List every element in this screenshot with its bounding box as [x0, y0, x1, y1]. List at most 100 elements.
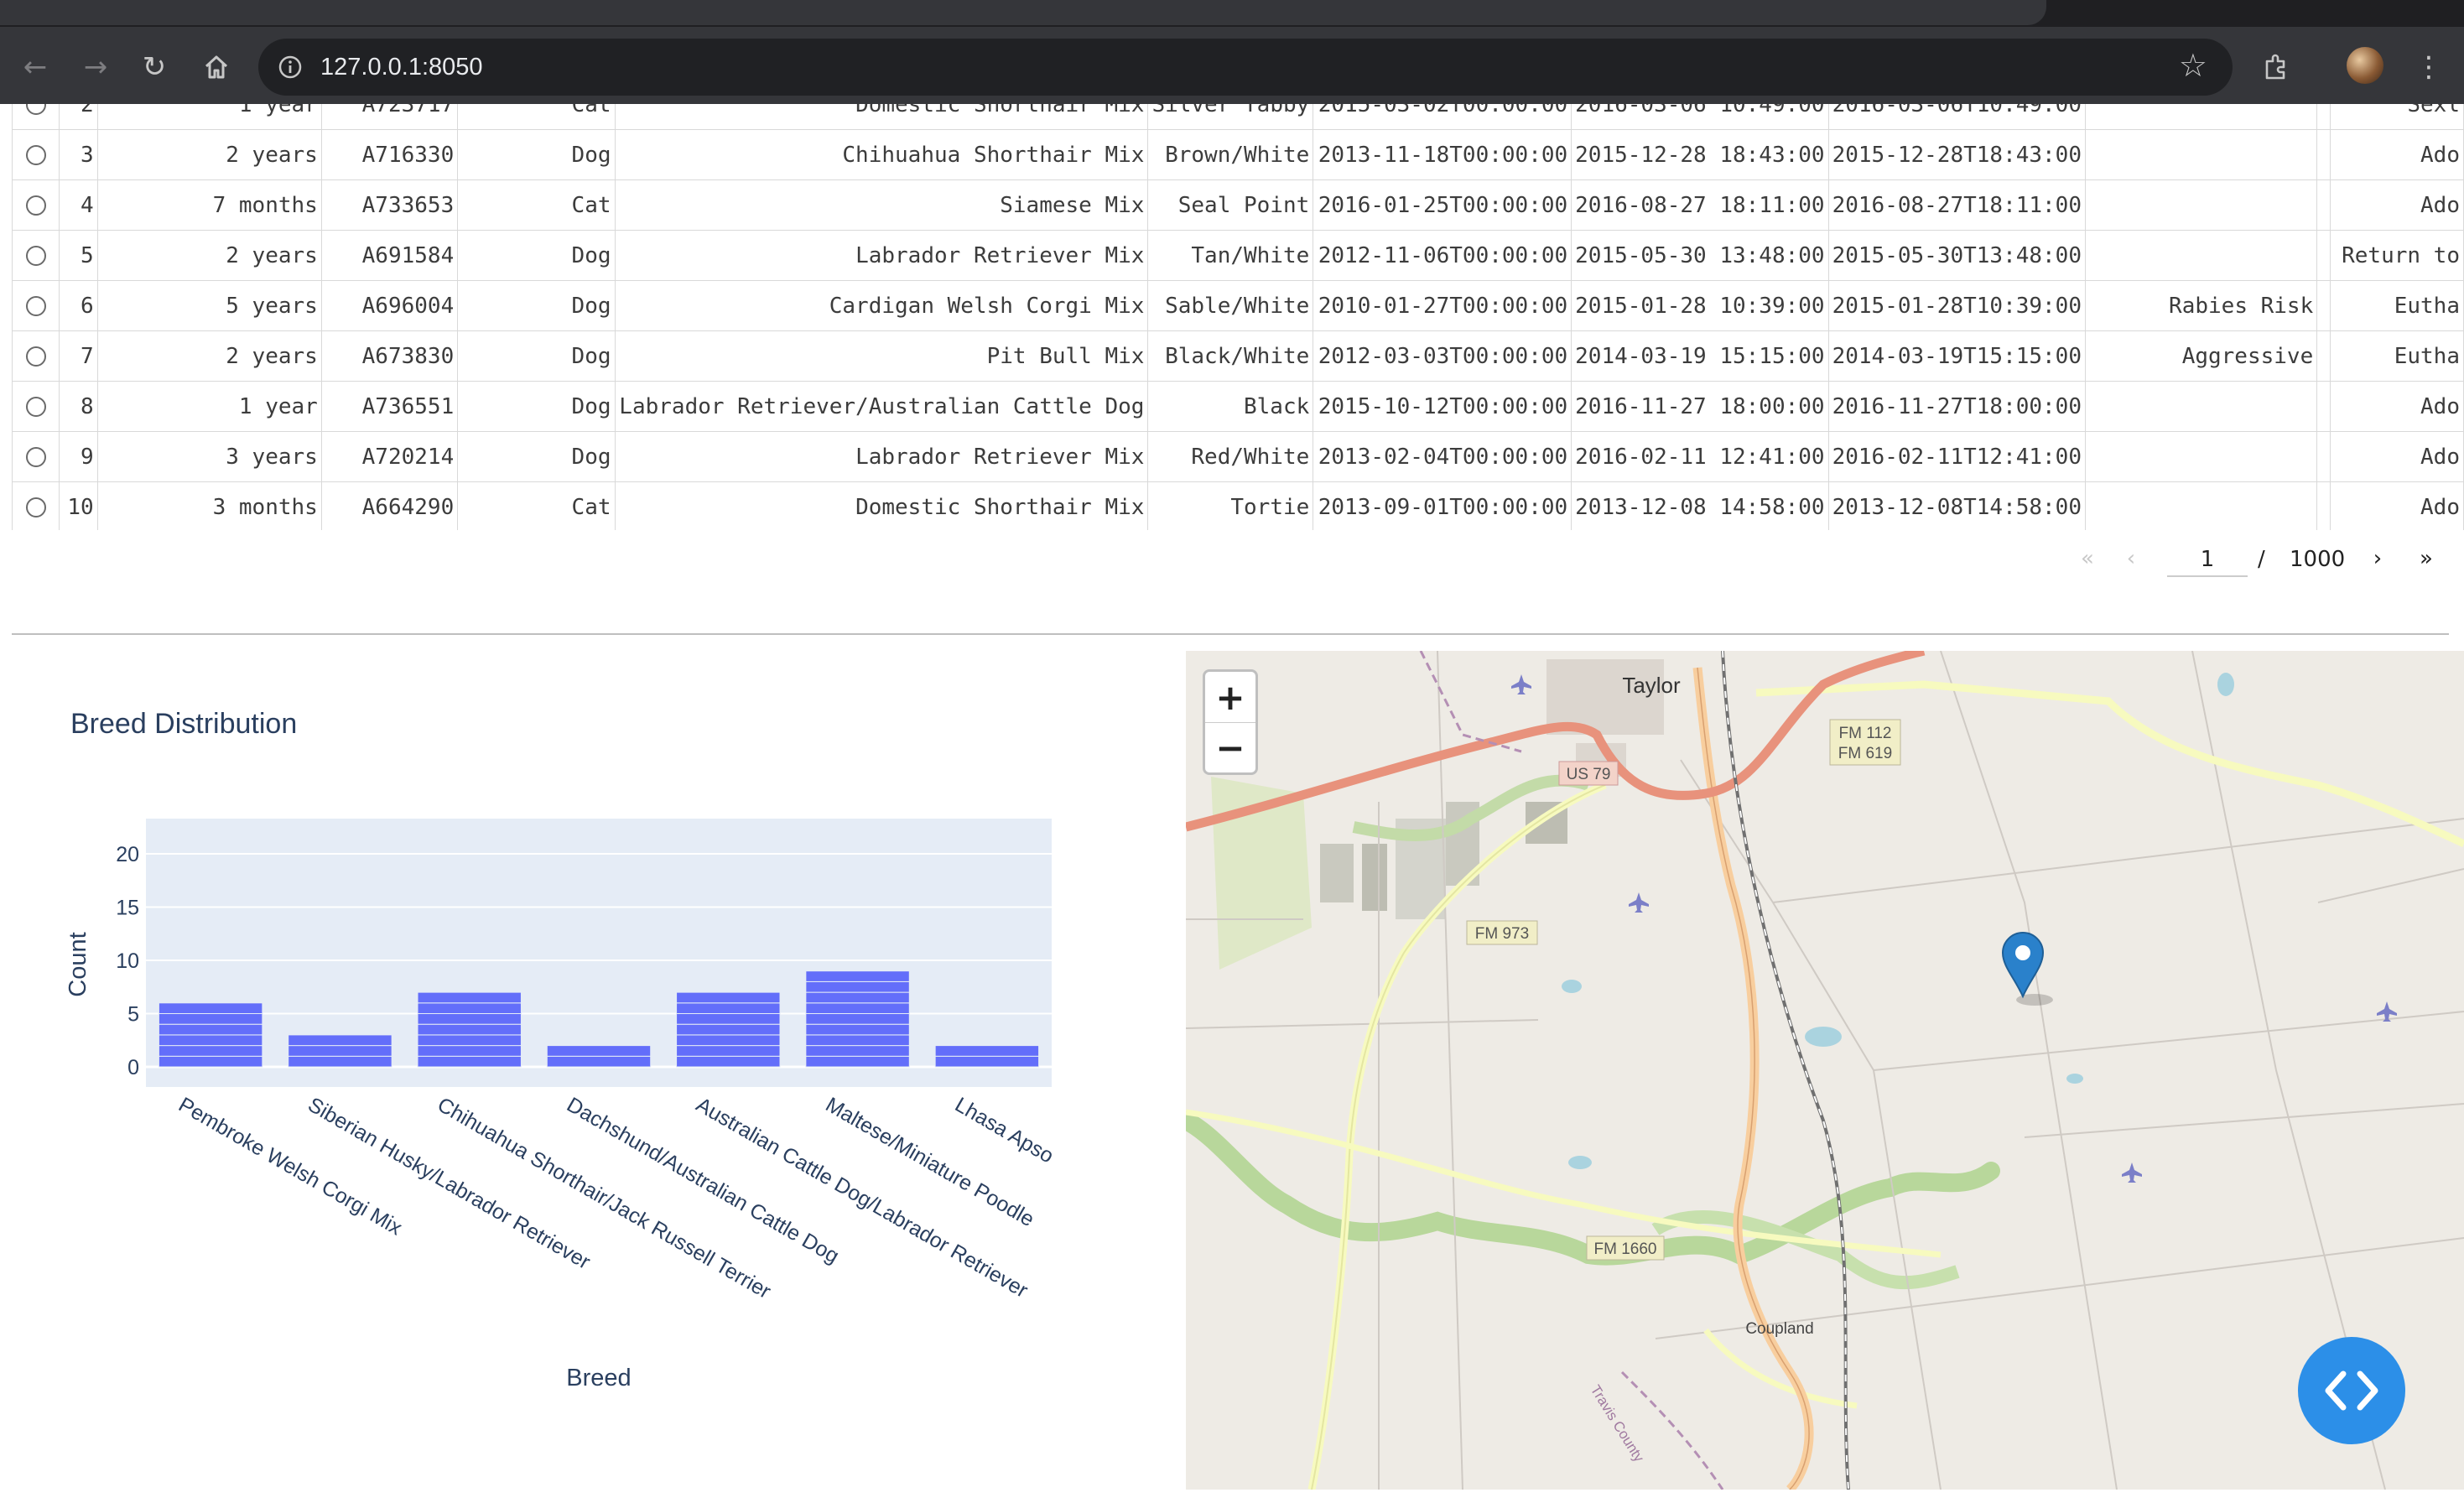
- row-select-cell[interactable]: [12, 381, 60, 432]
- bar-segment[interactable]: [417, 1034, 522, 1047]
- bar-segment[interactable]: [805, 1002, 910, 1014]
- home-icon[interactable]: [196, 47, 237, 87]
- table-cell: 9: [59, 431, 98, 482]
- bar[interactable]: [805, 970, 910, 1068]
- bar-segment[interactable]: [158, 1023, 263, 1036]
- bar-segment[interactable]: [417, 1013, 522, 1025]
- bar[interactable]: [417, 991, 522, 1068]
- bar[interactable]: [158, 1002, 263, 1068]
- bar-segment[interactable]: [158, 1002, 263, 1014]
- bar-segment[interactable]: [158, 1034, 263, 1047]
- bar-segment[interactable]: [288, 1045, 392, 1057]
- bar[interactable]: [934, 1045, 1040, 1068]
- map-tiles[interactable]: Taylor FM 112 FM 619 US 79 FM 973 FM 166…: [1186, 651, 2464, 1490]
- table-row[interactable]: 10 3 months A664290 Cat Domestic Shorthair M…: [12, 481, 2464, 530]
- bar-segment[interactable]: [288, 1055, 392, 1068]
- current-page-input[interactable]: [2167, 543, 2248, 577]
- table-cell: 2 years: [96, 330, 322, 382]
- x-axis-label: Breed: [566, 1365, 631, 1391]
- bar-segment[interactable]: [158, 1045, 263, 1057]
- row-select-cell[interactable]: [12, 280, 60, 331]
- table-cell-spacer: [2316, 431, 2331, 482]
- row-select-radio[interactable]: [25, 104, 46, 115]
- bar-segment[interactable]: [158, 1055, 263, 1068]
- bar-segment[interactable]: [417, 1023, 522, 1036]
- bar-segment[interactable]: [805, 1013, 910, 1025]
- bar-segment[interactable]: [288, 1034, 392, 1047]
- bar-segment[interactable]: [417, 991, 522, 1004]
- bar-segment[interactable]: [676, 1013, 781, 1025]
- previous-page-button[interactable]: ‹: [2115, 542, 2147, 575]
- map-view[interactable]: Taylor FM 112 FM 619 US 79 FM 973 FM 166…: [1186, 651, 2464, 1490]
- row-select-radio[interactable]: [25, 195, 46, 216]
- table-row-partial[interactable]: 21 year A723717 Cat Domestic Shorthair Mix S…: [12, 104, 2464, 130]
- row-select-radio[interactable]: [25, 397, 46, 417]
- bar-segment[interactable]: [676, 991, 781, 1004]
- row-select-radio[interactable]: [25, 447, 46, 467]
- row-select-radio[interactable]: [25, 497, 46, 517]
- bar-segment[interactable]: [934, 1045, 1040, 1057]
- bar-segment[interactable]: [805, 970, 910, 982]
- info-icon[interactable]: [273, 50, 307, 84]
- row-select-cell[interactable]: [12, 481, 60, 530]
- address-bar[interactable]: 127.0.0.1:8050 ☆: [258, 39, 2233, 96]
- bar-segment[interactable]: [546, 1045, 652, 1057]
- table-row[interactable]: 93 years A720214 Dog Labrador Retriever Mix…: [12, 431, 2464, 482]
- star-icon[interactable]: ☆: [2179, 47, 2207, 84]
- extensions-icon[interactable]: [2256, 47, 2296, 87]
- back-icon[interactable]: ←: [15, 47, 55, 87]
- table-cell: A696004: [320, 280, 459, 331]
- bar-segment[interactable]: [417, 1045, 522, 1057]
- row-select-cell[interactable]: [12, 230, 60, 281]
- bar-segment[interactable]: [676, 1045, 781, 1057]
- zoom-in-button[interactable]: +: [1205, 672, 1255, 722]
- bar-segment[interactable]: [805, 991, 910, 1004]
- bar-segment[interactable]: [158, 1013, 263, 1025]
- bar-segment[interactable]: [676, 1023, 781, 1036]
- dev-tools-button[interactable]: [2298, 1337, 2405, 1444]
- table-row[interactable]: 32 years A716330 Dog Chihuahua Shorthair Mi…: [12, 129, 2464, 180]
- bar[interactable]: [288, 1034, 392, 1068]
- next-page-button[interactable]: ›: [2362, 542, 2394, 575]
- row-select-cell[interactable]: [12, 129, 60, 180]
- row-select-radio[interactable]: [25, 145, 46, 165]
- bar-segment[interactable]: [805, 1045, 910, 1057]
- table-cell: 2015-12-28T18:43:00: [1827, 129, 2087, 180]
- map-marker-icon[interactable]: [2001, 932, 2053, 1006]
- row-select-radio[interactable]: [25, 246, 46, 266]
- bar-segment[interactable]: [676, 1034, 781, 1047]
- profile-avatar[interactable]: [2347, 47, 2383, 84]
- bar-segment[interactable]: [805, 1055, 910, 1068]
- first-page-button[interactable]: «: [2072, 542, 2103, 575]
- last-page-button[interactable]: »: [2410, 542, 2442, 575]
- row-select-radio[interactable]: [25, 296, 46, 316]
- bar-segment[interactable]: [805, 1023, 910, 1036]
- bar-segment[interactable]: [676, 1002, 781, 1014]
- bar[interactable]: [546, 1045, 652, 1068]
- bar[interactable]: [676, 991, 781, 1068]
- bar-segment[interactable]: [546, 1055, 652, 1068]
- bar-segment[interactable]: [676, 1055, 781, 1068]
- table-row[interactable]: 65 years A696004 Dog Cardigan Welsh Corgi M…: [12, 280, 2464, 331]
- bar-segment[interactable]: [417, 1055, 522, 1068]
- row-select-cell[interactable]: [12, 104, 60, 130]
- row-select-cell[interactable]: [12, 330, 60, 382]
- table-row[interactable]: 47 months A733653 Cat Siamese Mix Seal Point…: [12, 179, 2464, 231]
- bar-segment[interactable]: [417, 1002, 522, 1014]
- row-select-cell[interactable]: [12, 431, 60, 482]
- menu-icon[interactable]: ⋮: [2409, 47, 2449, 87]
- bar-segment[interactable]: [934, 1055, 1040, 1068]
- bar-segment[interactable]: [805, 980, 910, 993]
- table-cell: 2015-01-28T10:39:00: [1827, 280, 2087, 331]
- table-cell: [2084, 431, 2318, 482]
- reload-icon[interactable]: ↻: [134, 47, 174, 87]
- row-select-cell[interactable]: [12, 179, 60, 231]
- table-row[interactable]: 72 years A673830 Dog Pit Bull Mix Black/Whit…: [12, 330, 2464, 382]
- table-row[interactable]: 81 year A736551 Dog Labrador Retriever/Aust…: [12, 381, 2464, 432]
- table-row[interactable]: 52 years A691584 Dog Labrador Retriever Mix…: [12, 230, 2464, 281]
- row-select-radio[interactable]: [25, 346, 46, 367]
- zoom-out-button[interactable]: −: [1205, 722, 1255, 772]
- forward-icon[interactable]: →: [75, 47, 116, 87]
- bar-segment[interactable]: [805, 1034, 910, 1047]
- table-cell: 5 years: [96, 280, 322, 331]
